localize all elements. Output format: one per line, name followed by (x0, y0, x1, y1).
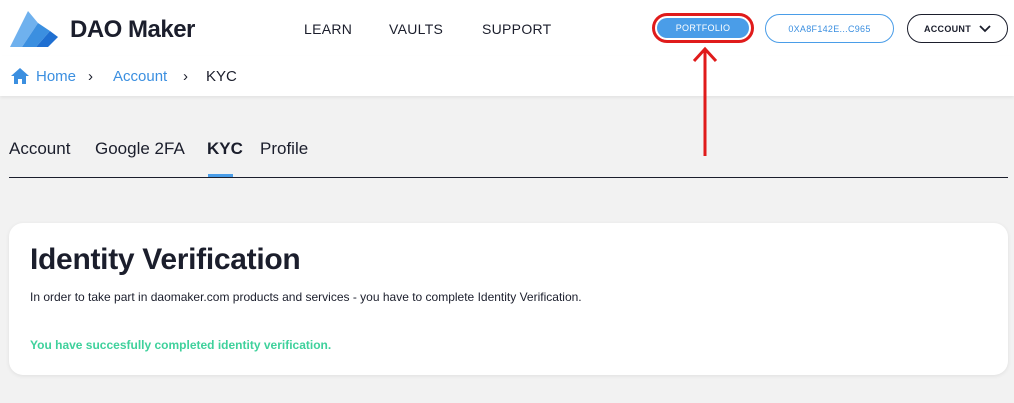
portfolio-button-label: PORTFOLIO (657, 18, 749, 38)
tab-profile[interactable]: Profile (260, 139, 308, 159)
account-dropdown-label: ACCOUNT (923, 23, 972, 34)
nav-support[interactable]: SUPPORT (482, 21, 552, 37)
nav-learn[interactable]: LEARN (304, 21, 352, 37)
tab-google-2fa[interactable]: Google 2FA (95, 139, 185, 159)
chevron-down-icon (979, 24, 991, 32)
breadcrumb-separator: › (88, 68, 93, 85)
breadcrumb-separator: › (183, 68, 188, 85)
breadcrumb-current: KYC (206, 68, 237, 85)
tab-account[interactable]: Account (9, 139, 70, 159)
annotation-arrow-up-icon (692, 46, 718, 156)
brand-name[interactable]: DAO Maker (70, 16, 195, 44)
home-icon[interactable] (11, 68, 29, 84)
tab-kyc[interactable]: KYC (207, 139, 243, 159)
account-dropdown-button[interactable]: ACCOUNT (907, 14, 1008, 43)
top-navbar: DAO Maker LEARN VAULTS SUPPORT PORTFOLIO… (0, 0, 1014, 56)
verification-status: You have succesfully completed identity … (30, 338, 332, 352)
card-description: In order to take part in daomaker.com pr… (30, 290, 582, 304)
tabs-divider (9, 177, 1008, 178)
breadcrumb-home[interactable]: Home (36, 68, 76, 85)
breadcrumb-account[interactable]: Account (113, 68, 167, 85)
breadcrumb: Home › Account › KYC (0, 56, 1014, 96)
nav-vaults[interactable]: VAULTS (389, 21, 443, 37)
wallet-address-button[interactable]: 0XA8F142E...C965 (765, 14, 894, 43)
identity-verification-card: Identity Verification In order to take p… (9, 223, 1008, 375)
portfolio-button[interactable]: PORTFOLIO (652, 13, 754, 43)
dao-maker-logo-icon[interactable] (8, 9, 60, 49)
card-title: Identity Verification (30, 243, 301, 276)
